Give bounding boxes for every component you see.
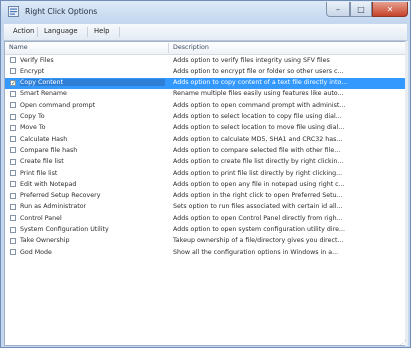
menu-help[interactable]: Help [94, 27, 110, 35]
item-name: Compare file hash [20, 146, 78, 154]
checkbox[interactable] [10, 90, 16, 97]
item-description: Rename multiple files easily using featu… [173, 90, 344, 98]
item-name: Encrypt [20, 67, 45, 75]
menu-action[interactable]: Action [13, 27, 34, 35]
item-description: Adds option to calculate MD5, SHA1 and C… [173, 135, 343, 143]
list-item[interactable]: Take Ownership Takeup ownership of a file… [5, 236, 406, 247]
item-description: Adds option to print file list directly … [173, 169, 343, 177]
title-bar[interactable]: Right Click Options – □ ✕ [1, 1, 410, 23]
maximize-button[interactable]: □ [350, 2, 372, 17]
app-icon [8, 6, 19, 17]
window-title: Right Click Options [25, 7, 98, 16]
item-description: Adds option to copy content of a text fi… [173, 79, 348, 87]
close-button[interactable]: ✕ [372, 2, 408, 17]
checkbox[interactable] [10, 136, 16, 143]
item-description: Takeup ownership of a file/directory giv… [173, 237, 344, 245]
menu-language[interactable]: Language [44, 27, 78, 35]
list-item[interactable]: Open command prompt Adds option to open c… [5, 100, 406, 111]
checkbox[interactable] [10, 147, 16, 154]
item-name: Take Ownership [20, 237, 70, 245]
close-icon: ✕ [386, 4, 394, 14]
item-description: Adds option to open any file in notepad … [173, 180, 345, 188]
list-item[interactable]: Print file list Adds option to print file… [5, 168, 406, 179]
checkbox[interactable] [10, 158, 16, 165]
checkbox[interactable]: ✓ [10, 79, 16, 86]
item-name: Create file list [20, 158, 64, 166]
list-item[interactable]: Encrypt Adds option to encrypt file or fo… [5, 66, 406, 77]
checkbox[interactable] [10, 192, 16, 199]
list-item[interactable]: Edit with Notepad Adds option to open any… [5, 179, 406, 190]
item-name: Open command prompt [20, 101, 96, 109]
menu-separator [87, 27, 88, 37]
list-item[interactable]: Preferred Setup Recovery Adds option in t… [5, 191, 406, 202]
menu-separator [37, 27, 38, 37]
item-description: Sets option to run files associated with… [173, 203, 343, 211]
minimize-button[interactable]: – [326, 2, 350, 17]
list-item[interactable]: Control Panel Adds option to open Control… [5, 213, 406, 224]
item-name: Move To [20, 124, 46, 132]
vertical-scrollbar[interactable] [405, 41, 408, 346]
list-item[interactable]: Compare file hash Adds option to compare … [5, 145, 406, 156]
list-item[interactable]: Smart Rename Rename multiple files easily… [5, 89, 406, 100]
item-name: Verify Files [20, 56, 54, 64]
checkbox[interactable] [10, 170, 16, 176]
list-item[interactable]: System Configuration Utility Adds option … [5, 225, 406, 236]
checkbox[interactable] [10, 181, 16, 188]
list-item[interactable]: Verify Files Adds option to verify files … [5, 55, 406, 66]
item-name: System Configuration Utility [20, 226, 109, 233]
app-window: Right Click Options – □ ✕ Action Languag… [0, 0, 411, 348]
resize-grip-icon[interactable]: ⋰ [399, 339, 407, 347]
options-list[interactable]: Name Description Verify Files Adds option… [4, 41, 407, 346]
list-item[interactable]: Copy To Adds option to select location to… [5, 112, 406, 123]
item-description: Adds option to select location to copy f… [173, 113, 342, 120]
item-name: Copy Content [20, 79, 165, 87]
item-name: Calculate Hash [20, 135, 68, 143]
list-item[interactable]: Run as Administrator Sets option to run f… [5, 202, 406, 213]
item-name: God Mode [20, 248, 52, 256]
checkbox[interactable] [10, 226, 16, 233]
item-name: Preferred Setup Recovery [20, 192, 101, 200]
maximize-icon: □ [357, 4, 365, 14]
list-item[interactable]: God Mode Show all the configuration optio… [5, 247, 406, 258]
checkbox[interactable] [10, 57, 16, 63]
column-divider[interactable] [168, 43, 169, 53]
item-description: Adds option to verify files integrity us… [173, 56, 330, 64]
item-name: Control Panel [20, 214, 62, 222]
list-item[interactable]: Create file list Adds option to create fi… [5, 157, 406, 168]
column-header-description[interactable]: Description [173, 44, 209, 51]
checkbox[interactable] [10, 215, 16, 222]
checkbox[interactable] [10, 124, 16, 131]
item-description: Adds option in the right click to open P… [173, 192, 343, 200]
list-header: Name Description [5, 42, 406, 55]
checkbox[interactable] [10, 237, 16, 244]
item-description: Adds option to create file list directly… [173, 158, 344, 166]
checkbox[interactable] [10, 249, 16, 256]
item-description: Adds option to open command prompt with … [173, 101, 346, 109]
item-description: Show all the configuration options in Wi… [173, 248, 339, 256]
checkbox[interactable] [10, 203, 16, 210]
checkbox[interactable] [10, 113, 16, 120]
list-item[interactable]: Move To Adds option to select location to… [5, 123, 406, 134]
list-item[interactable]: Calculate Hash Adds option to calculate M… [5, 134, 406, 145]
checkbox[interactable] [10, 102, 16, 109]
item-name: Copy To [20, 113, 45, 120]
minimize-icon: – [336, 4, 340, 14]
item-description: Adds option to open system configuration… [173, 226, 345, 233]
item-name: Smart Rename [20, 90, 67, 98]
menu-bar: Action Language Help [4, 24, 407, 41]
item-description: Adds option to open Control Panel direct… [173, 214, 343, 222]
item-name: Edit with Notepad [20, 180, 77, 188]
item-name: Run as Administrator [20, 203, 87, 211]
menu-separator [119, 27, 120, 37]
checkbox[interactable] [10, 68, 16, 75]
item-description: Adds option to select location to move f… [173, 124, 345, 132]
list-item-selected[interactable]: ✓ Copy Content Adds option to copy content… [5, 77, 406, 89]
column-header-name[interactable]: Name [9, 44, 28, 51]
item-description: Adds option to encrypt file or folder so… [173, 67, 344, 75]
item-name: Print file list [20, 169, 58, 177]
item-description: Adds option to compare selected file wit… [173, 146, 341, 154]
